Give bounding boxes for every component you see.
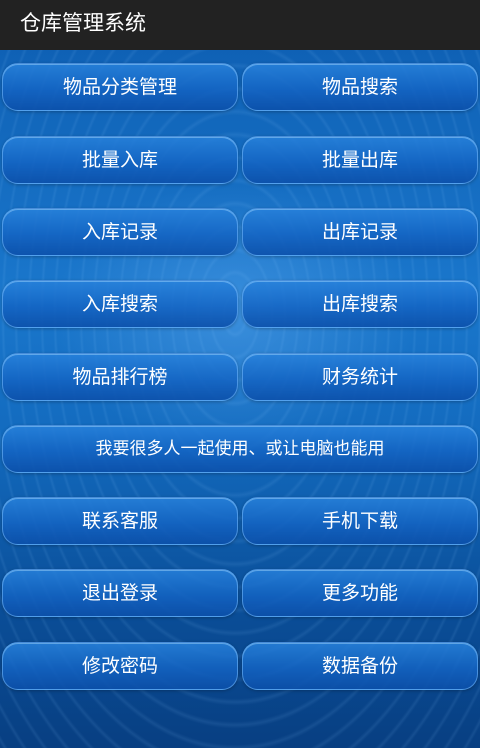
multi-user-button[interactable]: 我要很多人一起使用、或让电脑也能用 <box>2 425 478 473</box>
mobile-download-button[interactable]: 手机下载 <box>242 497 478 545</box>
change-password-button[interactable]: 修改密码 <box>2 642 238 690</box>
batch-inbound-button[interactable]: 批量入库 <box>2 136 238 184</box>
menu-panel: 物品分类管理 物品搜索 批量入库 批量出库 入库记录 出库记录 入库搜索 出库搜… <box>0 50 480 748</box>
inbound-search-button[interactable]: 入库搜索 <box>2 280 238 328</box>
item-ranking-button[interactable]: 物品排行榜 <box>2 353 238 401</box>
inbound-records-button[interactable]: 入库记录 <box>2 208 238 256</box>
app-title-bar: 仓库管理系统 <box>0 0 480 50</box>
item-category-management-button[interactable]: 物品分类管理 <box>2 63 238 111</box>
batch-outbound-button[interactable]: 批量出库 <box>242 136 478 184</box>
more-features-button[interactable]: 更多功能 <box>242 569 478 617</box>
outbound-records-button[interactable]: 出库记录 <box>242 208 478 256</box>
finance-stats-button[interactable]: 财务统计 <box>242 353 478 401</box>
logout-button[interactable]: 退出登录 <box>2 569 238 617</box>
item-search-button[interactable]: 物品搜索 <box>242 63 478 111</box>
outbound-search-button[interactable]: 出库搜索 <box>242 280 478 328</box>
data-backup-button[interactable]: 数据备份 <box>242 642 478 690</box>
contact-support-button[interactable]: 联系客服 <box>2 497 238 545</box>
app-title: 仓库管理系统 <box>20 11 146 35</box>
